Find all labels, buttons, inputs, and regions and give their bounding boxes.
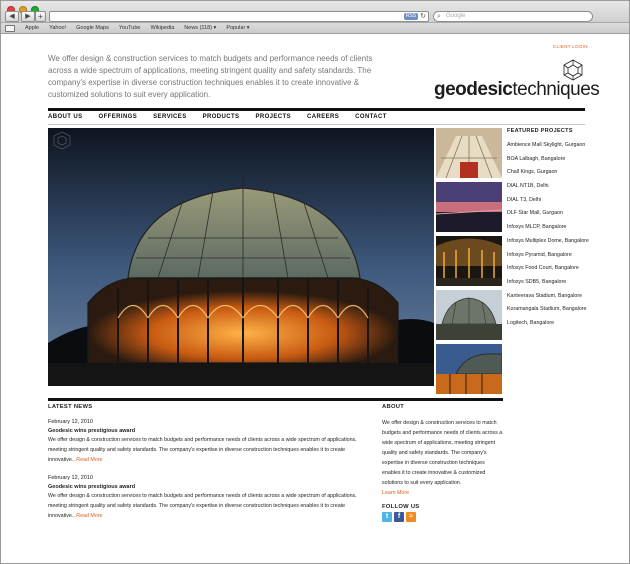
search-placeholder: Google — [446, 13, 466, 19]
geodesic-logo-icon[interactable] — [562, 59, 584, 81]
address-bar[interactable]: RSS ↻ — [49, 11, 429, 22]
client-login-link[interactable]: CLIENT LOGIN — [553, 44, 588, 49]
project-thumbnail[interactable] — [436, 290, 502, 340]
featured-project-link[interactable]: Koramangala Stadium, Bangalore — [507, 303, 607, 317]
project-thumbnail[interactable] — [435, 182, 503, 232]
nav-services[interactable]: SERVICES — [153, 114, 186, 120]
search-icon: ⌕ — [437, 13, 441, 20]
web-page: CLIENT LOGIN We offer design & construct… — [1, 35, 629, 563]
bookmark-item[interactable]: Yahoo! — [49, 25, 66, 31]
about-section: ABOUT We offer design & construction ser… — [382, 404, 503, 522]
follow-us-title: FOLLOW US — [382, 504, 420, 510]
featured-project-link[interactable]: Infosys Food Court, Bangalore — [507, 262, 607, 276]
featured-project-link[interactable]: Kanteerava Stadium, Bangalore — [507, 290, 607, 304]
nav-offerings[interactable]: OFFERINGS — [99, 114, 138, 120]
bookmark-item[interactable]: News (118) ▾ — [184, 25, 216, 31]
tagline: We offer design & construction services … — [48, 54, 373, 99]
site-logo[interactable]: geodesictechniques — [434, 79, 600, 101]
logo-bold-text: geodesic — [434, 79, 513, 100]
project-thumbnail[interactable] — [436, 128, 502, 179]
news-headline[interactable]: Geodesic wins prestigious award — [48, 428, 368, 434]
featured-project-link[interactable]: Infosys Multiplex Dome, Bangalore — [507, 235, 607, 249]
project-thumbnail[interactable] — [436, 236, 502, 286]
logo-light-text: techniques — [512, 79, 600, 100]
nav-contact[interactable]: CONTACT — [355, 114, 387, 120]
read-more-link[interactable]: Read More — [76, 457, 102, 463]
news-headline[interactable]: Geodesic wins prestigious award — [48, 484, 368, 490]
featured-project-link[interactable]: Infosys MLCP, Bangalore — [507, 221, 607, 235]
bookmark-item[interactable]: Wikipedia — [150, 25, 174, 31]
featured-projects: FEATURED PROJECTS Ambience Mall Skylight… — [507, 128, 607, 331]
facebook-icon[interactable]: f — [394, 512, 404, 522]
latest-news: LATEST NEWS February 12, 2010 Geodesic w… — [48, 404, 368, 521]
news-body: We offer design & construction services … — [48, 491, 368, 521]
header-rule — [48, 108, 585, 111]
bookmark-item[interactable]: Google Maps — [76, 25, 109, 31]
back-button[interactable]: ◀ — [5, 11, 19, 22]
featured-projects-title: FEATURED PROJECTS — [507, 128, 573, 134]
bookmark-item[interactable]: Popular ▾ — [226, 25, 249, 31]
bookmarks-book-icon[interactable] — [5, 24, 15, 32]
history-buttons: ◀ ▶ — [5, 11, 35, 22]
rss-icon[interactable]: ≈ — [406, 512, 416, 522]
featured-project-link[interactable]: Logitech, Bangalore — [507, 317, 607, 331]
social-links: t f ≈ — [382, 512, 503, 522]
forward-button[interactable]: ▶ — [21, 11, 35, 22]
add-bookmark-button[interactable]: + — [35, 11, 46, 22]
bookmark-item[interactable]: YouTube — [119, 25, 141, 31]
address-bar-icons: RSS ↻ — [403, 13, 426, 20]
featured-project-link[interactable]: Infosys Pyramid, Bangalore — [507, 249, 607, 263]
featured-project-link[interactable]: Chall Kings, Gurgaon — [507, 166, 607, 180]
read-more-link[interactable]: Read More — [76, 513, 102, 519]
about-body-text: We offer design & construction services … — [382, 420, 503, 486]
hero-glasshouse-image — [48, 128, 434, 386]
content-rule — [48, 398, 503, 401]
featured-project-link[interactable]: Infosys SDB5, Bangalore — [507, 276, 607, 290]
news-date: February 12, 2010 — [48, 475, 93, 481]
featured-project-link[interactable]: Ambience Mall Skylight, Gurgaon — [507, 139, 607, 153]
bookmarks-bar: Apple Yahoo! Google Maps YouTube Wikiped… — [1, 23, 629, 34]
bookmark-item[interactable]: Apple — [25, 25, 39, 31]
featured-project-link[interactable]: DIAL NT1B, Delhi — [507, 180, 607, 194]
featured-project-link[interactable]: DIAL T3, Delhi — [507, 194, 607, 208]
learn-more-link[interactable]: Learn More — [382, 490, 409, 496]
search-field[interactable]: ⌕ Google — [433, 11, 593, 22]
featured-project-link[interactable]: BOA Lalbagh, Bangalore — [507, 153, 607, 167]
featured-project-link[interactable]: DLF Star Mall, Gurgaon — [507, 207, 607, 221]
nav-projects[interactable]: PROJECTS — [255, 114, 291, 120]
news-body: We offer design & construction services … — [48, 435, 368, 465]
reload-icon[interactable]: ↻ — [420, 13, 426, 20]
news-date: February 12, 2010 — [48, 419, 93, 425]
nav-rule — [48, 124, 585, 125]
about-body: We offer design & construction services … — [382, 418, 503, 498]
rss-badge[interactable]: RSS — [403, 13, 419, 20]
main-nav: ABOUT US OFFERINGS SERVICES PRODUCTS PRO… — [48, 114, 387, 120]
project-thumbnail[interactable] — [436, 344, 503, 394]
twitter-icon[interactable]: t — [382, 512, 392, 522]
browser-window: ◀ ▶ + RSS ↻ ⌕ Google Apple Yahoo! Google… — [0, 0, 630, 564]
browser-toolbar: ◀ ▶ + RSS ↻ ⌕ Google — [1, 1, 629, 23]
nav-products[interactable]: PRODUCTS — [203, 114, 240, 120]
project-thumbnails — [435, 128, 503, 398]
nav-careers[interactable]: CAREERS — [307, 114, 339, 120]
latest-news-title: LATEST NEWS — [48, 404, 93, 410]
about-title: ABOUT — [382, 404, 405, 410]
nav-about-us[interactable]: ABOUT US — [48, 114, 83, 120]
